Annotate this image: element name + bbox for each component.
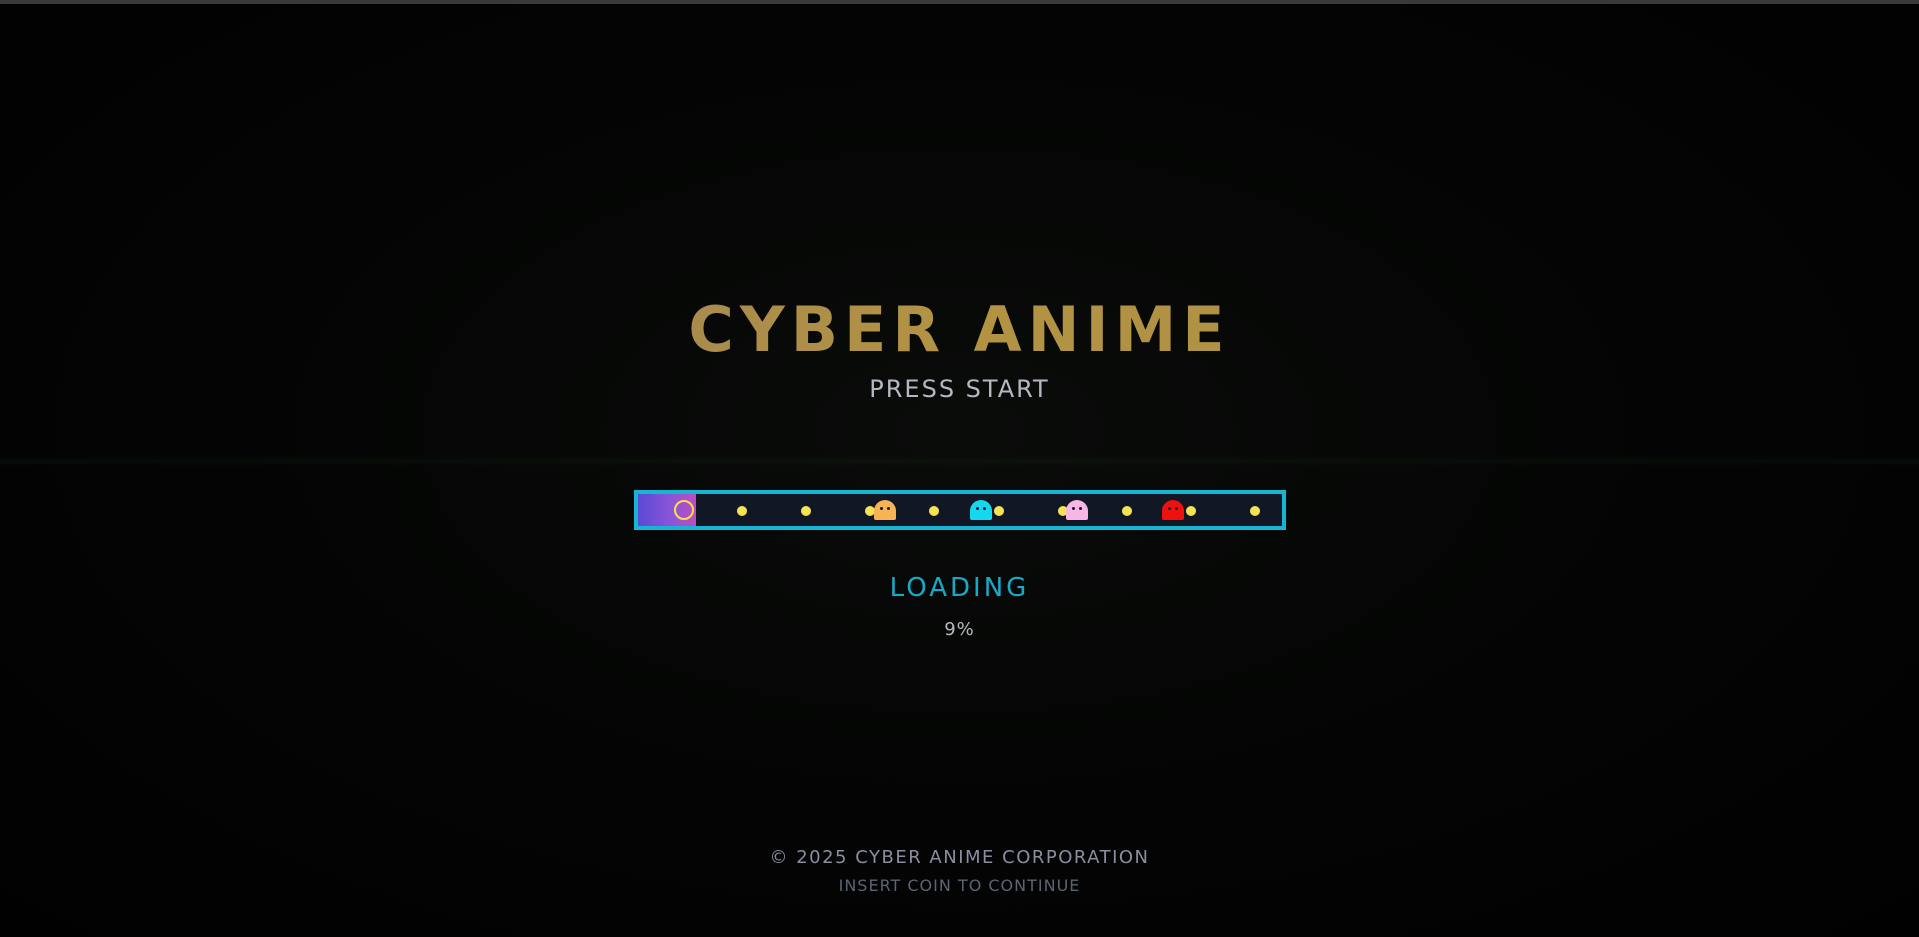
cyan-ghost-icon (970, 500, 992, 520)
loading-label: LOADING (889, 573, 1030, 603)
copyright-text: © 2025 CYBER ANIME CORPORATION (769, 847, 1150, 868)
game-title: CYBER ANIME (0, 290, 1919, 370)
pacman-icon (674, 500, 694, 520)
pellet-icon (929, 506, 939, 516)
loading-percent: 9% (944, 619, 975, 640)
pellet-icon (1186, 506, 1196, 516)
press-start-prompt[interactable]: PRESS START (0, 374, 1919, 404)
loading-screen: CYBER ANIME PRESS START LOADING 9% © 202… (0, 0, 1919, 937)
loading-progress-bar (634, 490, 1286, 530)
pellet-icon (1250, 506, 1260, 516)
pink-ghost-icon (1066, 500, 1088, 520)
pellet-icon (994, 506, 1004, 516)
insert-coin-prompt: INSERT COIN TO CONTINUE (838, 876, 1081, 895)
pellet-icon (1122, 506, 1132, 516)
pellet-icon (737, 506, 747, 516)
horizon-glow (0, 456, 1919, 466)
red-ghost-icon (1162, 500, 1184, 520)
window-top-border (0, 0, 1919, 4)
pellet-icon (801, 506, 811, 516)
orange-ghost-icon (874, 500, 896, 520)
